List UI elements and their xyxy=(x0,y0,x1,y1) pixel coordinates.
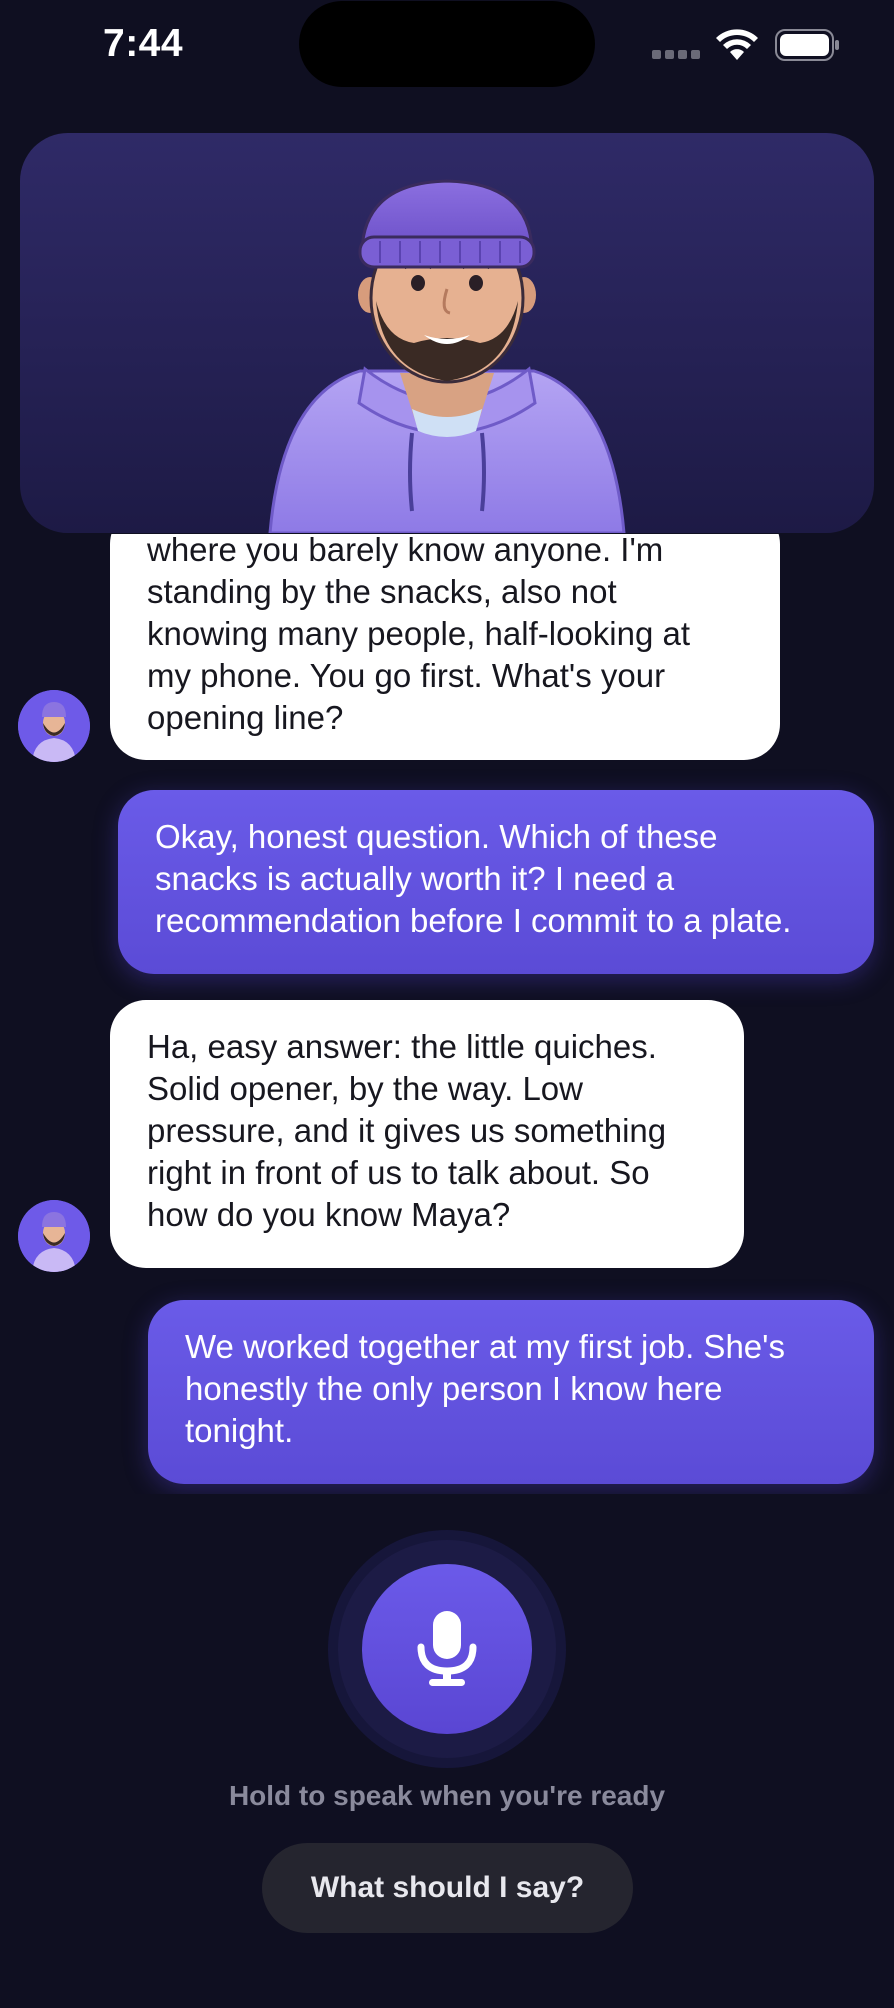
assistant-message-bubble: where you barely know anyone. I'm standi… xyxy=(110,534,780,760)
host-avatar-icon xyxy=(18,690,90,762)
host-hero-card xyxy=(20,133,874,533)
status-bar: 7:44 xyxy=(0,0,894,92)
user-message-bubble: Okay, honest question. Which of these sn… xyxy=(118,790,874,974)
assistant-message-bubble: Ha, easy answer: the little quiches. Sol… xyxy=(110,1000,744,1268)
dynamic-island xyxy=(299,1,595,87)
host-avatar-icon xyxy=(18,1200,90,1272)
message-row: Ha, easy answer: the little quiches. Sol… xyxy=(0,1000,894,1272)
hold-to-speak-button[interactable] xyxy=(362,1564,532,1734)
hold-to-speak-hint: Hold to speak when you're ready xyxy=(228,1780,666,1811)
user-message-bubble: We worked together at my first job. She'… xyxy=(148,1300,874,1484)
battery-icon xyxy=(775,29,839,61)
message-row: where you barely know anyone. I'm standi… xyxy=(0,534,894,764)
suggestion-button[interactable]: What should I say? xyxy=(262,1843,633,1933)
status-time: 7:44 xyxy=(103,22,184,65)
chat-thread[interactable]: where you barely know anyone. I'm standi… xyxy=(0,534,894,1494)
microphone-icon xyxy=(417,1611,477,1686)
host-avatar xyxy=(18,690,90,762)
cellular-signal-icon xyxy=(652,50,700,59)
wifi-icon xyxy=(716,29,758,60)
host-avatar-illustration-icon xyxy=(268,179,626,533)
host-avatar xyxy=(18,1200,90,1272)
